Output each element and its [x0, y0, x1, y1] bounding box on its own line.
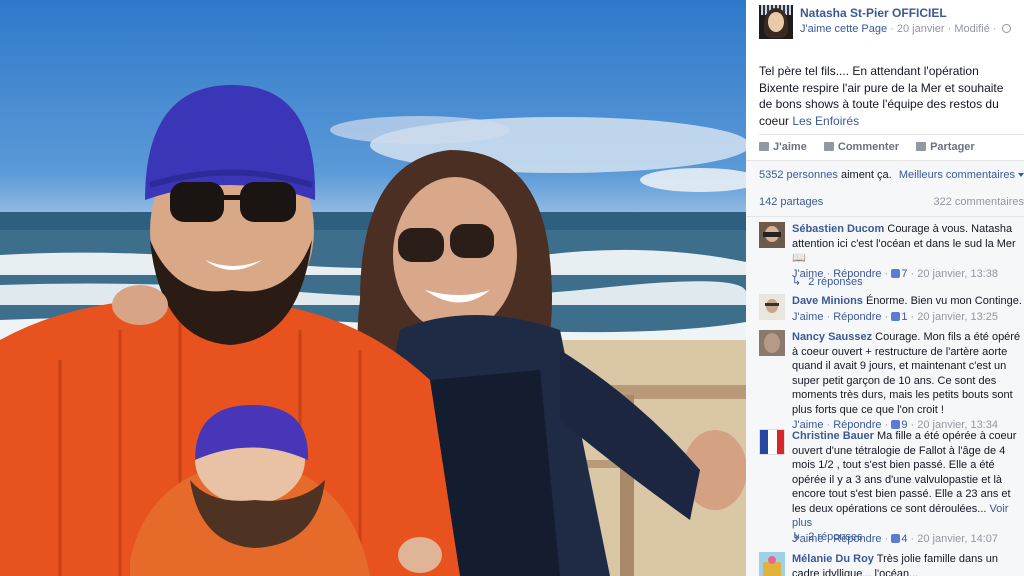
commenter-avatar[interactable]	[759, 222, 785, 248]
comment-text: Énorme. Bien vu mon Continge.	[862, 295, 1022, 307]
comment-sort-label: Meilleurs commentaires	[898, 169, 1015, 181]
view-replies-link[interactable]: ↳ 2 réponses	[792, 530, 863, 543]
comment-reply-link[interactable]: Répondre	[833, 311, 881, 323]
commenter-avatar[interactable]	[759, 330, 785, 356]
edited-label[interactable]: Modifié	[954, 23, 989, 35]
post-stats: 5352 personnes aiment ça. Meilleurs comm…	[746, 160, 1024, 216]
comment-button[interactable]: Commenter	[823, 141, 899, 153]
likes-suffix: aiment ça.	[840, 169, 892, 181]
like-label: J'aime	[773, 141, 807, 153]
share-label: Partager	[930, 141, 975, 153]
post-meta: J'aime cette Page · 20 janvier · Modifié…	[800, 23, 1011, 35]
comment-text: Ma fille a été opérée à coeur ouvert d'u…	[792, 430, 1017, 515]
comment-body: Christine Bauer Ma fille a été opérée à …	[792, 429, 1024, 546]
comment-body: Mélanie Du Roy Très jolie famille dans u…	[792, 552, 1024, 576]
likes-count-link[interactable]: 5352 personnes	[759, 169, 838, 181]
thumbs-up-icon	[891, 420, 901, 429]
reaction-count[interactable]: 1	[901, 311, 907, 323]
comment-sort-dropdown[interactable]: Meilleurs commentaires	[899, 169, 1024, 181]
comment-author[interactable]: Dave Minions	[792, 295, 863, 307]
comment-author[interactable]: Christine Bauer	[792, 430, 874, 442]
comment-author[interactable]: Sébastien Ducom	[792, 223, 884, 235]
share-button[interactable]: Partager	[916, 141, 975, 153]
commenter-avatar[interactable]	[759, 429, 785, 455]
post-date[interactable]: 20 janvier	[897, 23, 945, 35]
replies-label: 2 réponses	[808, 531, 863, 543]
comment-list: Sébastien Ducom Courage à vous. Natasha …	[746, 216, 1024, 576]
comment-time[interactable]: 20 janvier, 14:07	[917, 533, 998, 545]
comment-author[interactable]: Mélanie Du Roy	[792, 553, 874, 565]
reaction-count[interactable]: 7	[901, 268, 907, 280]
caret-down-icon	[1018, 173, 1024, 177]
comment-text: Courage. Mon fils a été opéré à coeur ou…	[792, 331, 1021, 416]
like-page-link[interactable]: J'aime cette Page	[800, 23, 887, 35]
comment-body: Nancy Saussez Courage. Mon fils a été op…	[792, 330, 1024, 433]
page-avatar[interactable]	[759, 5, 793, 39]
post-text: Tel père tel fils.... En attendant l'opé…	[759, 63, 1017, 129]
comment-body: Sébastien Ducom Courage à vous. Natasha …	[792, 222, 1024, 281]
thumbs-up-icon	[891, 268, 901, 278]
comment-author[interactable]: Nancy Saussez	[792, 331, 872, 343]
comments-count: 322 commentaires	[933, 196, 1024, 208]
comment-time[interactable]: 20 janvier, 13:25	[917, 311, 998, 323]
commenter-avatar[interactable]	[759, 294, 785, 320]
thumbs-up-icon	[759, 142, 769, 151]
likes-summary: 5352 personnes aiment ça.	[759, 169, 892, 181]
comment-time[interactable]: 20 janvier, 13:38	[917, 268, 998, 280]
comment-label: Commenter	[837, 141, 899, 153]
enfoires-link[interactable]: Les Enfoirés	[792, 114, 859, 128]
shares-count-link[interactable]: 142 partages	[759, 196, 823, 208]
post-photo[interactable]	[0, 0, 746, 576]
commenter-avatar[interactable]	[759, 552, 785, 576]
thumbs-up-icon	[891, 311, 901, 321]
reply-arrow-icon: ↳	[792, 276, 802, 288]
comment-icon	[823, 142, 834, 151]
family-beach-image	[0, 85, 746, 576]
comment-like-link[interactable]: J'aime	[792, 311, 823, 323]
replies-label: 2 réponses	[808, 276, 863, 288]
comment-footer: J'aime · Répondre · 1 · 20 janvier, 13:2…	[792, 310, 998, 323]
globe-icon	[1001, 24, 1011, 33]
post-sidebar: Natasha St-Pier OFFICIEL J'aime cette Pa…	[746, 0, 1024, 576]
page-name-link[interactable]: Natasha St-Pier OFFICIEL	[800, 6, 947, 20]
comment-body: Dave Minions Énorme. Bien vu mon Conting…	[792, 294, 1024, 324]
thumbs-up-icon	[891, 533, 901, 543]
share-icon	[916, 142, 927, 151]
post-header: Natasha St-Pier OFFICIEL J'aime cette Pa…	[746, 0, 1024, 48]
reaction-count[interactable]: 4	[901, 533, 907, 545]
reply-arrow-icon: ↳	[792, 531, 802, 543]
post-actions: J'aime Commenter Partager	[759, 134, 1024, 160]
view-replies-link[interactable]: ↳ 2 réponses	[792, 275, 863, 288]
like-button[interactable]: J'aime	[759, 141, 807, 153]
